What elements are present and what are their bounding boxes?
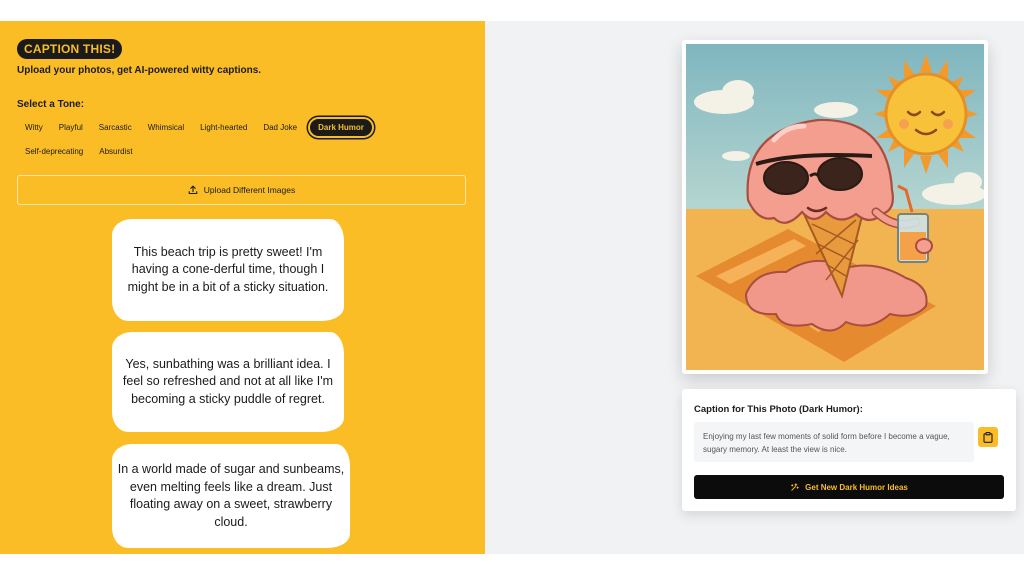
sparkle-icon [791, 482, 799, 491]
tone-light-hearted[interactable]: Light-hearted [192, 117, 255, 138]
caption-text-3: In a world made of sugar and sunbeams, e… [117, 462, 345, 529]
tone-sarcastic[interactable]: Sarcastic [91, 117, 140, 138]
tone-dark-humor[interactable]: Dark Humor [308, 117, 374, 138]
app-tagline: Upload your photos, get AI-powered witty… [17, 65, 262, 76]
caption-result-card: Caption for This Photo (Dark Humor): Enj… [682, 389, 1016, 511]
get-new-ideas-button[interactable]: Get New Dark Humor Ideas [694, 475, 1004, 499]
app-title-badge: CAPTION THIS! [17, 39, 123, 59]
upload-label: Upload Different Images [203, 185, 296, 195]
caption-bubble-1[interactable]: This beach trip is pretty sweet! I'm hav… [112, 219, 344, 321]
photo-preview [682, 40, 988, 374]
caption-result-title: Caption for This Photo (Dark Humor): [694, 404, 863, 415]
right-panel: Caption for This Photo (Dark Humor): Enj… [485, 21, 1024, 554]
caption-text-2: Yes, sunbathing was a brilliant idea. I … [122, 356, 334, 406]
tone-selector: Witty Playful Sarcastic Whimsical Light-… [17, 117, 447, 162]
get-new-ideas-label: Get New Dark Humor Ideas [805, 482, 908, 492]
caption-bubble-3[interactable]: In a world made of sugar and sunbeams, e… [112, 444, 350, 548]
caption-result-text: Enjoying my last few moments of solid fo… [694, 422, 974, 462]
tone-label: Select a Tone: [17, 99, 85, 110]
tone-dad-joke[interactable]: Dad Joke [255, 117, 305, 138]
upload-images-button[interactable]: Upload Different Images [17, 175, 466, 205]
tone-playful[interactable]: Playful [51, 117, 91, 138]
tone-absurdist[interactable]: Absurdist [91, 141, 140, 162]
caption-text-1: This beach trip is pretty sweet! I'm hav… [127, 244, 329, 294]
tone-witty[interactable]: Witty [17, 117, 51, 138]
tone-self-deprecating[interactable]: Self-deprecating [17, 141, 91, 162]
app-frame: CAPTION THIS! Upload your photos, get AI… [0, 21, 1024, 554]
clipboard-icon [983, 431, 993, 443]
left-panel: CAPTION THIS! Upload your photos, get AI… [0, 21, 485, 554]
caption-bubble-2[interactable]: Yes, sunbathing was a brilliant idea. I … [112, 332, 344, 432]
copy-caption-button[interactable] [978, 427, 998, 447]
tone-whimsical[interactable]: Whimsical [140, 117, 192, 138]
upload-icon [188, 185, 198, 195]
melting-ice-cream-illustration [686, 44, 984, 370]
